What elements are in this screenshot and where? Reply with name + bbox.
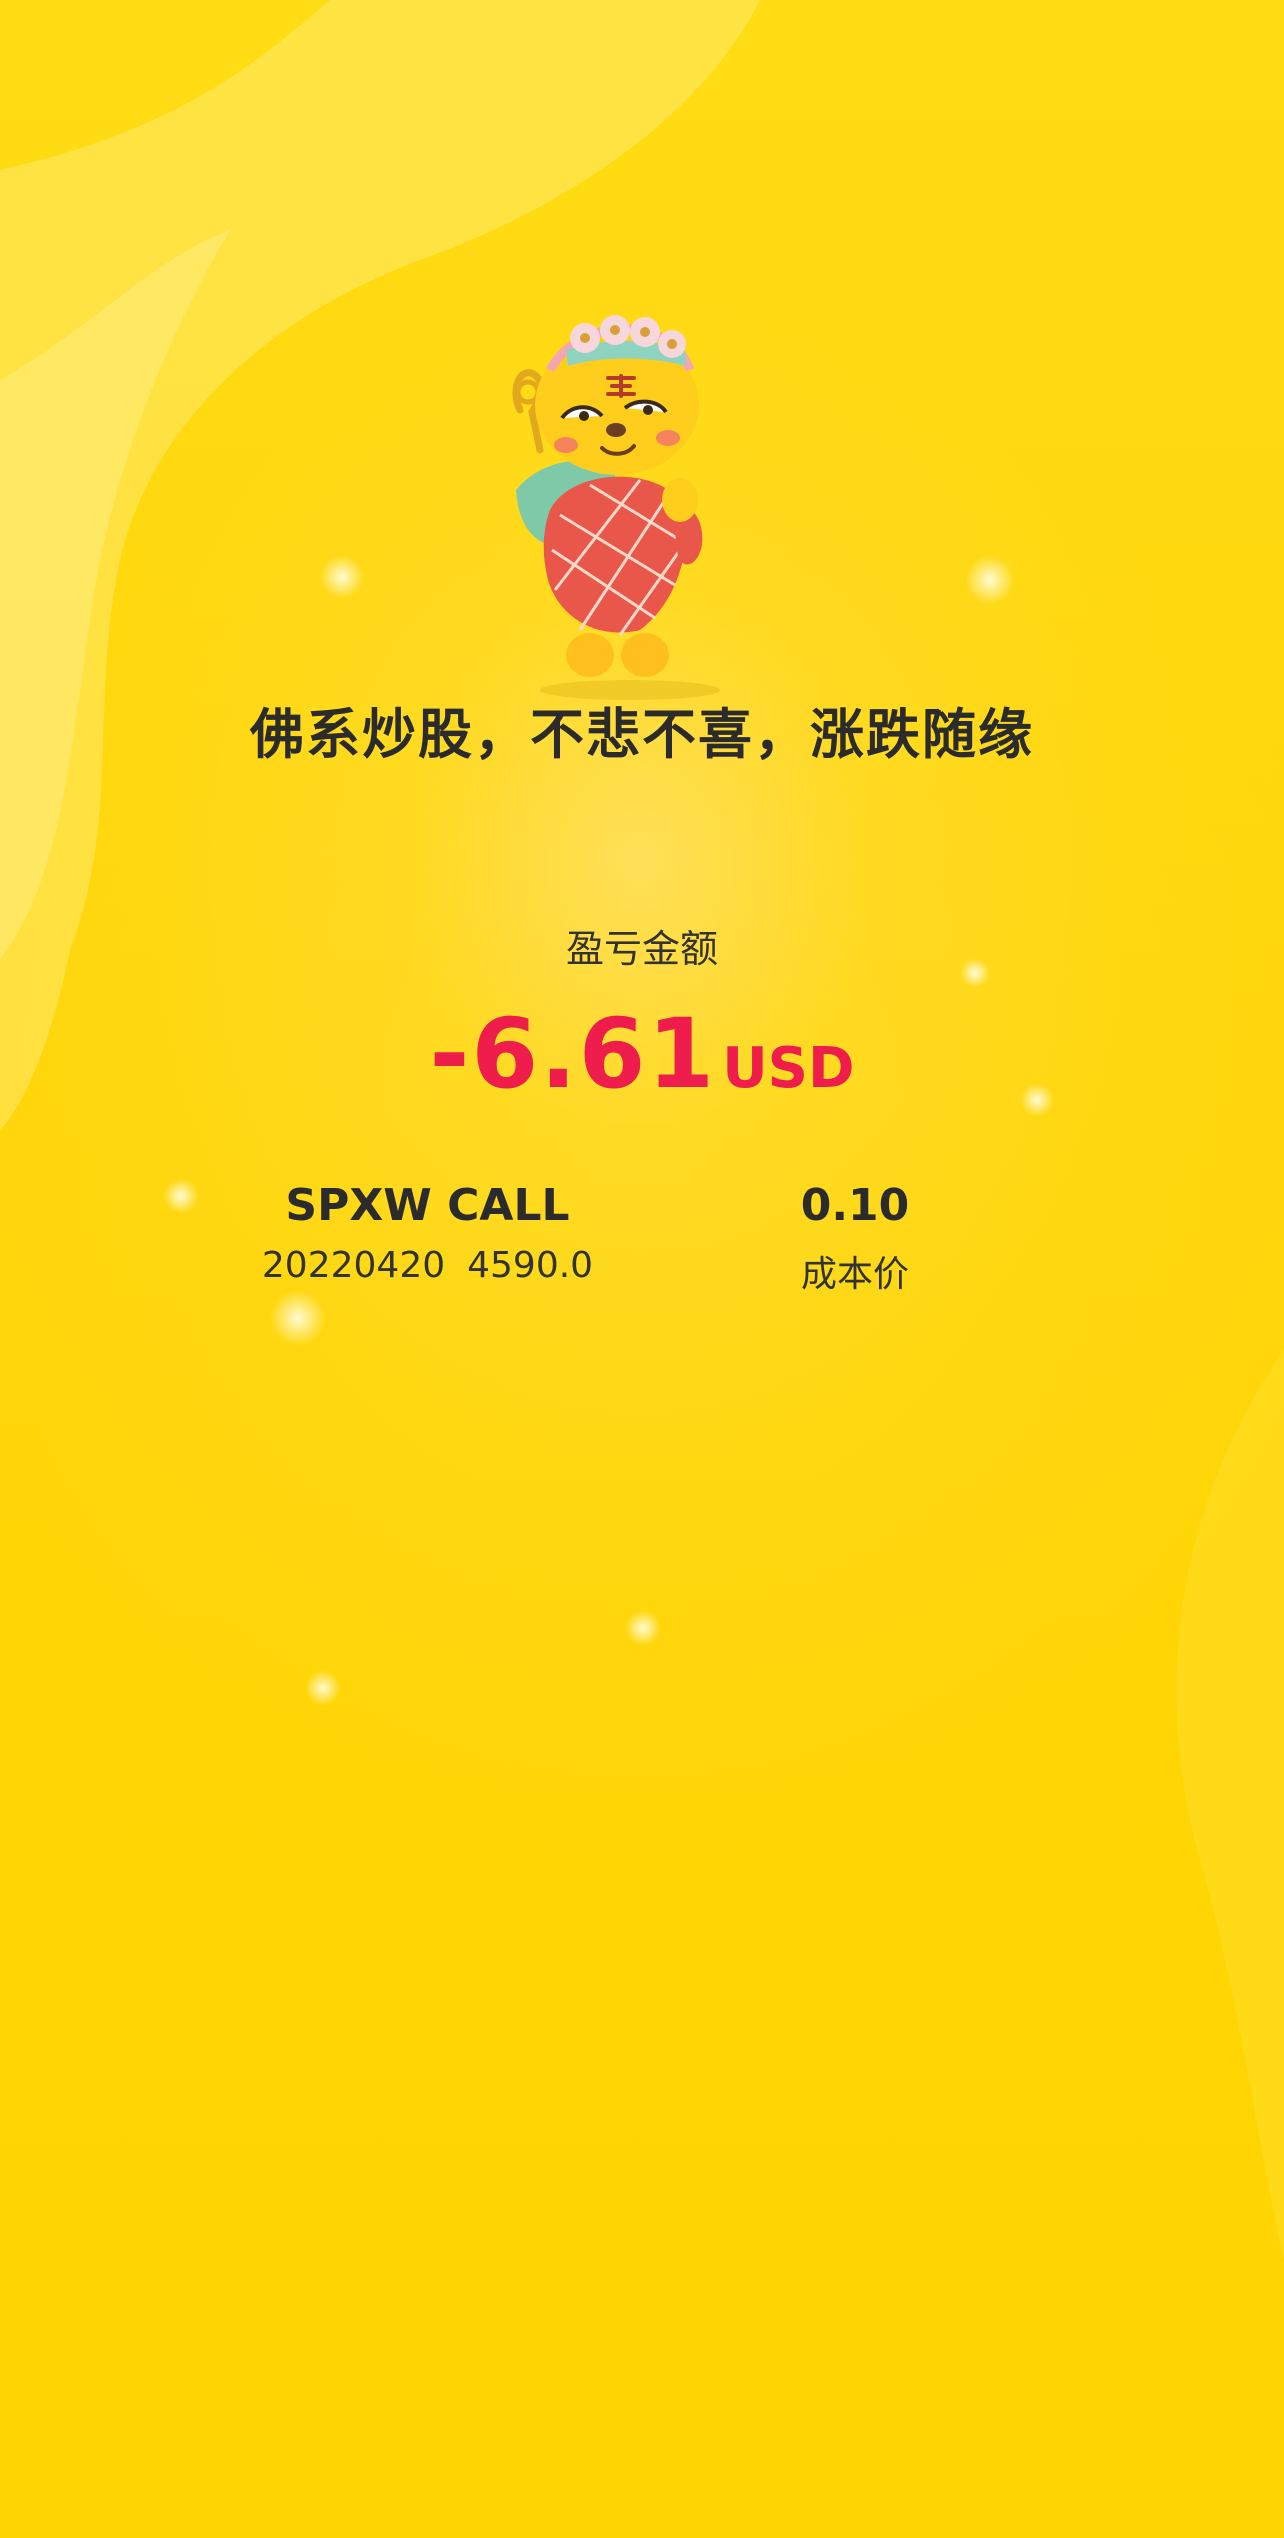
slogan-text: 佛系炒股，不悲不喜，涨跌随缘 bbox=[250, 703, 1034, 766]
pnl-value: -6.61 bbox=[429, 998, 717, 1110]
share-card: 佛系炒股，不悲不喜，涨跌随缘 盈亏金额 -6.61 USD SPXW CALL 2… bbox=[0, 0, 1284, 2538]
pnl-label: 盈亏金额 bbox=[565, 927, 718, 971]
buddha-tiger-mascot-icon bbox=[512, 315, 720, 700]
cost-value: 0.10 bbox=[800, 1180, 910, 1231]
contract-info: SPXW CALL 20220420 4590.0 bbox=[230, 1180, 625, 1286]
sparkle bbox=[270, 1290, 326, 1346]
contract-name: SPXW CALL bbox=[285, 1180, 570, 1231]
sparkle bbox=[305, 1670, 341, 1706]
contract-details: 20220420 4590.0 bbox=[230, 1245, 625, 1286]
sparkle bbox=[625, 1610, 661, 1646]
sparkle bbox=[163, 1178, 199, 1214]
sparkle bbox=[320, 555, 364, 599]
pnl-amount: -6.61 USD bbox=[0, 998, 1284, 1110]
cost-label: 成本价 bbox=[800, 1254, 909, 1295]
cost-info: 0.10 成本价 bbox=[710, 1180, 1000, 1297]
sparkle bbox=[965, 555, 1015, 605]
contract-expiry: 20220420 bbox=[261, 1245, 446, 1286]
pnl-currency: USD bbox=[722, 1036, 855, 1101]
contract-strike: 4590.0 bbox=[467, 1245, 594, 1286]
